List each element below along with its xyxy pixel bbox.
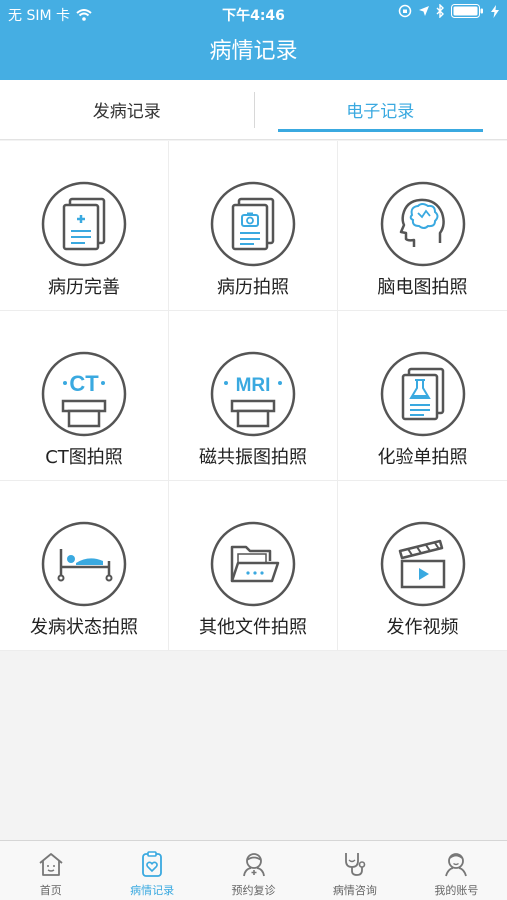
grid-item-label: CT图拍照: [45, 447, 123, 468]
bottom-tab-records[interactable]: 病情记录: [101, 841, 202, 900]
bottom-tab-consult[interactable]: 病情咨询: [304, 841, 405, 900]
lab-report-icon: [380, 351, 465, 437]
status-right: [398, 4, 499, 18]
tab-onset-record-label: 发病记录: [92, 102, 161, 122]
nav-bar: 病情记录: [0, 28, 507, 80]
tab-electronic-record-label: 电子记录: [346, 102, 415, 122]
grid-item-onset-state-photo[interactable]: 发病状态拍照: [0, 481, 169, 651]
bottom-tab-label: 首页: [39, 884, 62, 897]
ct-scan-icon: CT: [41, 351, 127, 437]
account-icon: [445, 853, 468, 877]
grid-item-seizure-video[interactable]: 发作视频: [338, 481, 507, 651]
grid-item-other-files-photo[interactable]: 其他文件拍照: [169, 481, 338, 651]
record-camera-icon: [210, 181, 296, 267]
grid-item-record-photo[interactable]: 病历拍照: [169, 141, 338, 311]
bottom-tab-label: 预约复诊: [231, 884, 276, 897]
tab-divider: [254, 92, 255, 128]
bottom-tab-label: 病情记录: [130, 884, 175, 897]
bluetooth-icon: [436, 4, 444, 18]
grid-item-label: 化验单拍照: [377, 447, 468, 468]
bottom-tab-account[interactable]: 我的账号: [406, 841, 507, 900]
bottom-tab-label: 我的账号: [434, 884, 479, 897]
home-icon: [39, 853, 63, 876]
status-bar: 无 SIM 卡 下午4:46: [0, 0, 507, 28]
grid-item-label: 磁共振图拍照: [199, 447, 307, 468]
function-grid: 病历完善 病历拍照 脑电图拍照 CT CT图拍照 MRI 磁共振图拍照 化验单拍…: [0, 141, 507, 651]
tab-onset-record[interactable]: 发病记录: [0, 80, 254, 139]
grid-item-label: 发作视频: [386, 617, 459, 638]
grid-item-label: 其他文件拍照: [199, 617, 307, 638]
grid-item-mri-photo[interactable]: MRI 磁共振图拍照: [169, 311, 338, 481]
grid-item-label: 病历完善: [48, 277, 120, 298]
charging-icon: [491, 4, 499, 18]
video-clapper-icon: [380, 521, 465, 607]
folder-icon: [210, 521, 296, 607]
grid-item-ct-photo[interactable]: CT CT图拍照: [0, 311, 169, 481]
clipboard-heart-icon: [142, 851, 163, 877]
page-title: 病情记录: [209, 39, 298, 64]
orientation-lock-icon: [398, 4, 412, 18]
stethoscope-icon: [345, 853, 366, 876]
grid-item-label: 发病状态拍照: [30, 617, 138, 638]
location-icon: [419, 6, 429, 16]
battery-icon: [451, 4, 483, 18]
doctor-icon: [242, 853, 265, 877]
mri-scan-icon: MRI: [210, 351, 296, 437]
mri-icon-text: MRI: [236, 375, 271, 396]
grid-item-label: 脑电图拍照: [377, 277, 468, 298]
patient-bed-icon: [41, 521, 127, 607]
bottom-tab-home[interactable]: 首页: [0, 841, 101, 900]
ct-icon-text: CT: [69, 371, 99, 396]
grid-item-label: 病历拍照: [217, 277, 289, 298]
bottom-tab-appointment[interactable]: 预约复诊: [203, 841, 304, 900]
grid-item-record-complete[interactable]: 病历完善: [0, 141, 169, 311]
tab-electronic-record[interactable]: 电子记录: [254, 80, 507, 139]
bottom-tab-label: 病情咨询: [332, 884, 377, 897]
grid-item-eeg-photo[interactable]: 脑电图拍照: [338, 141, 507, 311]
brain-eeg-icon: [380, 181, 465, 267]
bottom-tab-bar: 首页 病情记录 预约复诊 病情咨询 我的账号: [0, 840, 507, 900]
grid-item-lab-photo[interactable]: 化验单拍照: [338, 311, 507, 481]
record-edit-icon: [41, 181, 127, 267]
